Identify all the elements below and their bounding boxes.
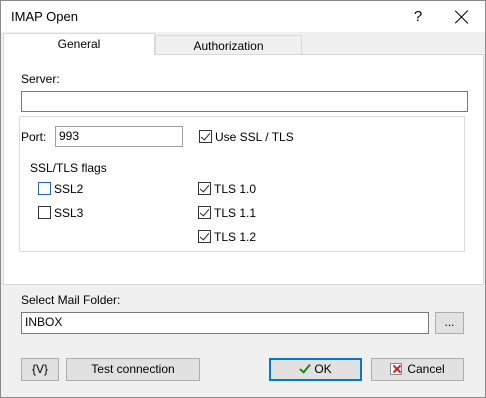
mail-folder-label: Select Mail Folder: <box>21 293 121 307</box>
title-bar: IMAP Open ? <box>1 1 485 32</box>
ssl3-checkbox[interactable] <box>38 206 51 219</box>
ok-button[interactable]: OK <box>269 358 362 381</box>
cancel-label: Cancel <box>407 362 445 376</box>
tab-authorization[interactable]: Authorization <box>155 35 302 55</box>
ssl2-checkbox[interactable] <box>38 182 51 195</box>
checkmark-icon <box>299 363 310 374</box>
server-label: Server: <box>21 72 60 86</box>
ssl2-label[interactable]: SSL2 <box>54 182 83 196</box>
cancel-button[interactable]: Cancel <box>371 358 464 381</box>
tls11-checkbox[interactable] <box>198 206 211 219</box>
tls12-checkbox[interactable] <box>198 230 211 243</box>
variables-button[interactable]: {V} <box>21 358 59 381</box>
close-button[interactable] <box>442 1 482 32</box>
close-icon <box>455 10 469 24</box>
help-button[interactable]: ? <box>398 1 438 32</box>
imap-open-dialog: IMAP Open ? General Authorization Server… <box>0 0 486 398</box>
tab-general[interactable]: General <box>3 33 155 55</box>
ssl-tls-flags-legend: SSL/TLS flags <box>28 161 109 175</box>
browse-folder-button[interactable]: ... <box>435 312 464 334</box>
ok-label: OK <box>314 362 332 376</box>
window-title: IMAP Open <box>11 9 78 24</box>
tls10-label[interactable]: TLS 1.0 <box>214 182 256 196</box>
tls12-label[interactable]: TLS 1.2 <box>214 230 256 244</box>
help-label: ? <box>413 8 423 25</box>
mail-folder-input[interactable]: INBOX <box>21 312 429 334</box>
ssl3-label[interactable]: SSL3 <box>54 206 83 220</box>
server-input[interactable] <box>21 91 468 112</box>
cancel-x-icon <box>390 363 403 375</box>
tls10-checkbox[interactable] <box>198 182 211 195</box>
tls11-label[interactable]: TLS 1.1 <box>214 206 256 220</box>
test-connection-button[interactable]: Test connection <box>66 358 200 381</box>
